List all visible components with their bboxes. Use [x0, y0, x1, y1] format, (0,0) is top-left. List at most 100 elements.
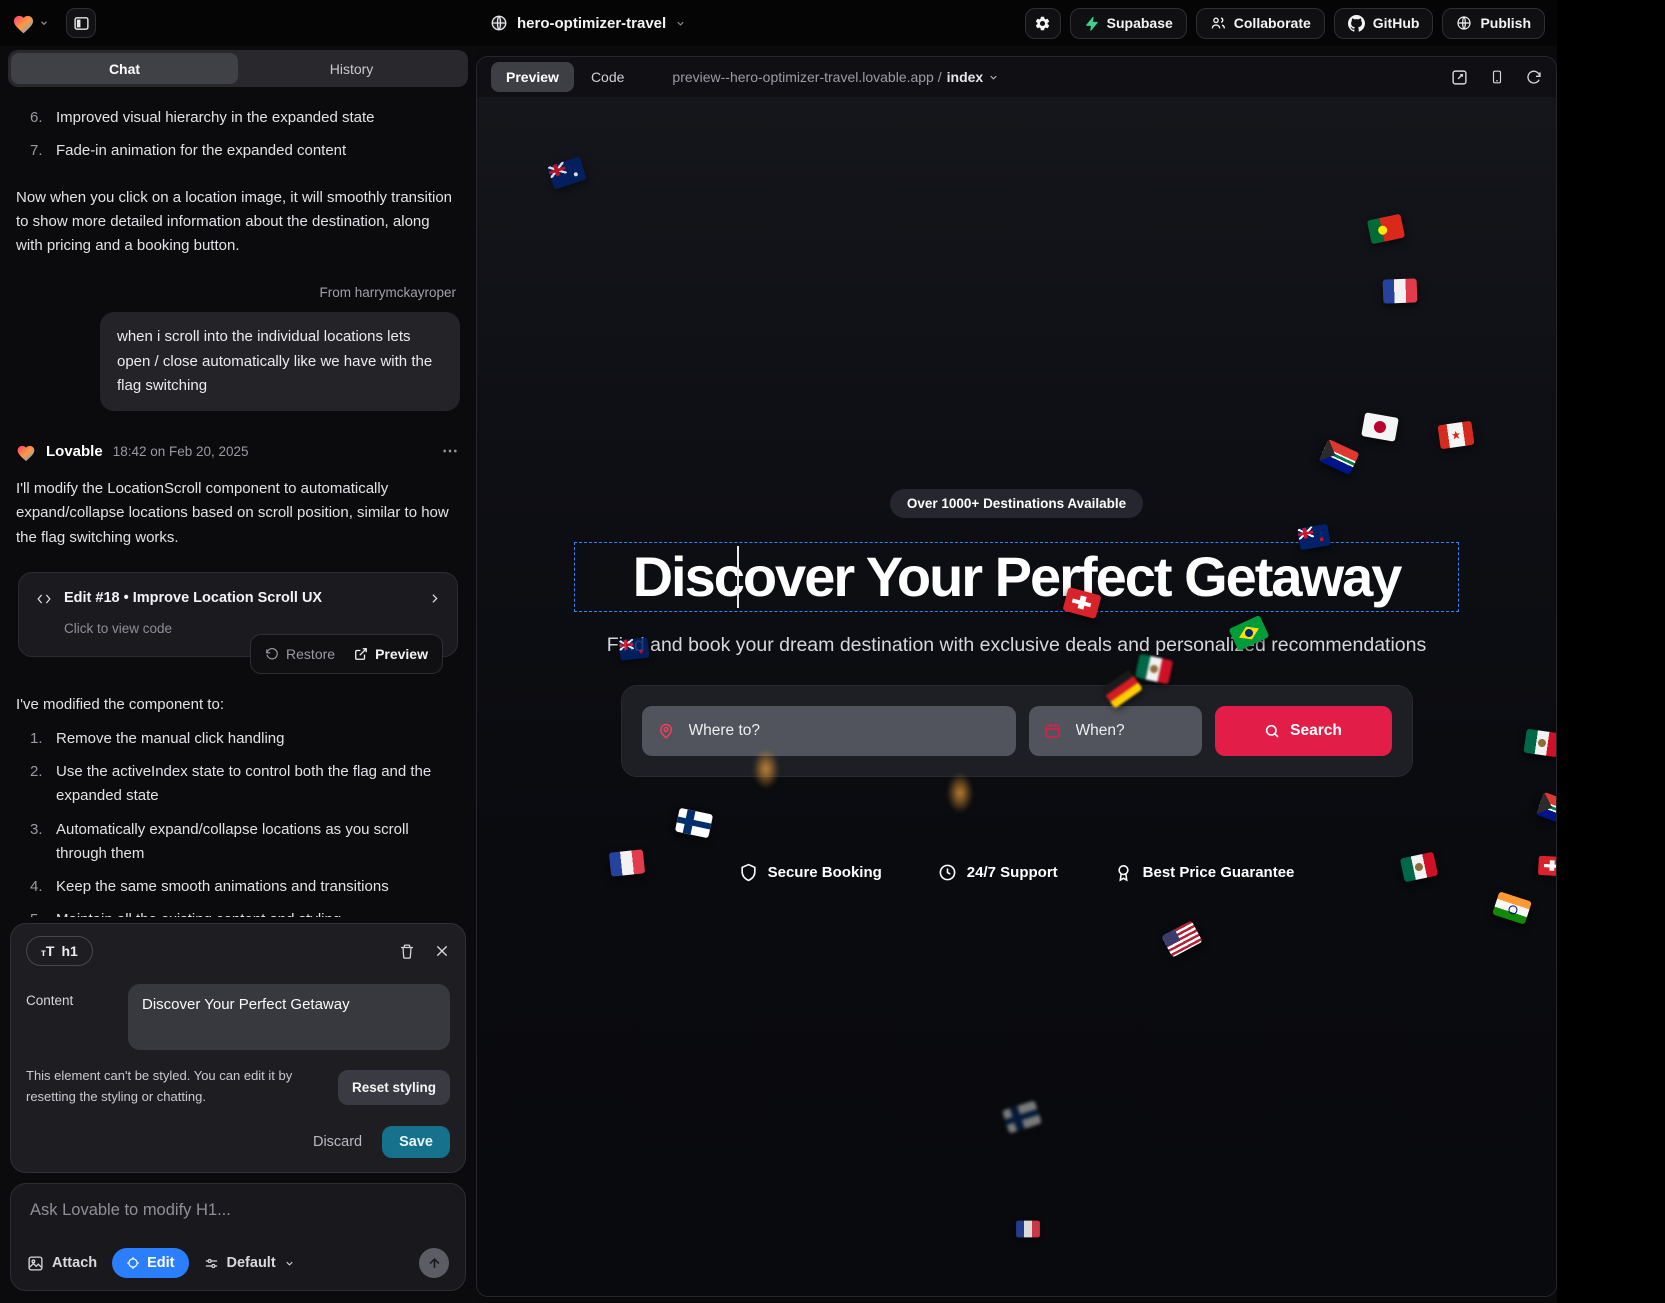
github-label: GitHub	[1373, 15, 1420, 31]
assistant-timestamp: 18:42 on Feb 20, 2025	[113, 441, 249, 463]
gear-icon	[1034, 15, 1051, 32]
clock-icon	[938, 863, 957, 882]
list-item: 3.Automatically expand/collapse location…	[30, 818, 460, 867]
supabase-button[interactable]: Supabase	[1070, 8, 1187, 39]
restore-preview-pill: Restore Preview	[250, 634, 443, 675]
preview-viewport: Over 1000+ Destinations Available Discov…	[477, 97, 1556, 1296]
collaborate-button[interactable]: Collaborate	[1196, 8, 1325, 39]
open-in-new-tab-icon[interactable]	[1451, 69, 1468, 86]
panel-left-icon	[73, 15, 90, 32]
preview-url[interactable]: preview--hero-optimizer-travel.lovable.a…	[672, 69, 999, 85]
edit-mode-label: Edit	[147, 1255, 174, 1271]
refresh-icon[interactable]	[1526, 69, 1542, 85]
composer-input[interactable]: Ask Lovable to modify H1...	[24, 1201, 452, 1248]
shield-icon	[739, 863, 758, 882]
globe-icon	[1456, 15, 1472, 31]
project-switcher[interactable]: hero-optimizer-travel	[490, 14, 686, 32]
close-icon[interactable]	[434, 943, 450, 959]
text-caret	[737, 546, 739, 608]
numbered-list-bottom: 1.Remove the manual click handling2.Use …	[16, 727, 460, 918]
tab-preview[interactable]: Preview	[491, 62, 574, 92]
list-item: 2.Use the activeIndex state to control b…	[30, 760, 460, 809]
tab-history[interactable]: History	[238, 53, 465, 84]
chevron-down-icon	[39, 18, 49, 28]
preview-pane: Preview Code preview--hero-optimizer-tra…	[476, 56, 1557, 1297]
assistant-paragraph: I'll modify the LocationScroll component…	[16, 477, 460, 550]
lovable-avatar	[16, 443, 36, 462]
award-icon	[1114, 863, 1133, 882]
globe-project-icon	[490, 14, 508, 32]
where-input-wrap	[642, 706, 1016, 756]
destinations-badge: Over 1000+ Destinations Available	[890, 489, 1143, 518]
url-host: preview--hero-optimizer-travel.lovable.a…	[672, 69, 941, 85]
from-label: From harrymckayroper	[20, 282, 456, 304]
code-icon	[35, 592, 53, 606]
list-item: 4.Keep the same smooth animations and tr…	[30, 875, 460, 899]
element-editor-panel: тT h1 Content Discover Your Perfect Geta…	[10, 923, 466, 1173]
users-icon	[1210, 15, 1226, 31]
content-textarea[interactable]: Discover Your Perfect Getaway	[128, 984, 450, 1050]
hero-title[interactable]: Discover Your Perfect Getaway	[633, 544, 1401, 610]
chevron-down-icon	[675, 18, 686, 29]
map-pin-icon	[657, 722, 675, 740]
chevron-right-icon	[428, 592, 441, 605]
settings-button[interactable]	[1025, 8, 1061, 39]
when-input-wrap	[1029, 706, 1202, 756]
reset-styling-button[interactable]: Reset styling	[338, 1070, 450, 1105]
publish-button[interactable]: Publish	[1442, 8, 1545, 39]
type-icon: тT	[41, 943, 54, 959]
restore-button[interactable]: Restore	[265, 643, 335, 666]
edit-card-title: Edit #18 • Improve Location Scroll UX	[64, 587, 322, 610]
feature-row: Secure Booking 24/7 Support Best Price G…	[739, 863, 1295, 882]
chat-sidebar: Chat History 6.Improved visual hierarchy…	[0, 46, 476, 1303]
github-button[interactable]: GitHub	[1334, 8, 1434, 39]
element-tag-label: h1	[61, 943, 77, 959]
preview-version-button[interactable]: Preview	[354, 643, 428, 666]
search-bar: Search	[621, 685, 1413, 777]
where-input[interactable]	[642, 722, 1016, 740]
numbered-list-top: 6.Improved visual hierarchy in the expan…	[16, 106, 460, 164]
sliders-icon	[204, 1256, 219, 1271]
chat-composer: Ask Lovable to modify H1... Attach Edit	[10, 1183, 466, 1291]
publish-label: Publish	[1480, 15, 1531, 31]
attach-button[interactable]: Attach	[27, 1255, 97, 1272]
mobile-view-icon[interactable]	[1490, 68, 1504, 86]
chevron-down-icon	[988, 72, 999, 83]
restore-label: Restore	[286, 643, 335, 666]
message-menu-button[interactable]: ⋯	[442, 439, 460, 465]
supabase-label: Supabase	[1107, 15, 1173, 31]
sidebar-toggle-button[interactable]	[66, 8, 96, 38]
collaborate-label: Collaborate	[1234, 15, 1311, 31]
trash-icon[interactable]	[399, 943, 415, 960]
search-icon	[1264, 723, 1280, 739]
default-mode-label: Default	[227, 1255, 276, 1271]
discard-button[interactable]: Discard	[313, 1134, 362, 1150]
save-button[interactable]: Save	[382, 1126, 450, 1158]
search-button-label: Search	[1290, 722, 1342, 740]
h1-selection-box[interactable]: Discover Your Perfect Getaway	[574, 542, 1459, 612]
search-button[interactable]: Search	[1215, 706, 1392, 756]
tab-code[interactable]: Code	[591, 69, 624, 85]
hero-section: Over 1000+ Destinations Available Discov…	[477, 97, 1556, 1296]
default-mode-selector[interactable]: Default	[204, 1255, 295, 1271]
element-tag-badge: тT h1	[26, 936, 93, 966]
attach-label: Attach	[52, 1255, 97, 1271]
chat-scroll-area[interactable]: 6.Improved visual hierarchy in the expan…	[0, 95, 476, 917]
tab-chat[interactable]: Chat	[11, 53, 238, 84]
rotate-ccw-icon	[265, 647, 279, 661]
chevron-down-icon	[284, 1258, 295, 1269]
url-path: index	[947, 69, 984, 85]
sidebar-tabs: Chat History	[8, 50, 468, 87]
crosshair-icon	[126, 1256, 140, 1270]
user-message-bubble: when i scroll into the individual locati…	[100, 312, 460, 411]
lovable-logo-menu[interactable]	[12, 13, 49, 34]
content-field-label: Content	[26, 984, 104, 1050]
lovable-heart-icon	[12, 13, 35, 34]
edit-mode-pill[interactable]: Edit	[112, 1248, 188, 1278]
edit-version-card[interactable]: Edit #18 • Improve Location Scroll UX Cl…	[18, 572, 458, 657]
assistant-header: Lovable 18:42 on Feb 20, 2025 ⋯	[16, 439, 460, 465]
project-name: hero-optimizer-travel	[517, 15, 666, 32]
github-icon	[1348, 15, 1365, 32]
send-button[interactable]	[419, 1248, 449, 1278]
hero-subtitle: Find and book your dream destination wit…	[607, 634, 1426, 657]
